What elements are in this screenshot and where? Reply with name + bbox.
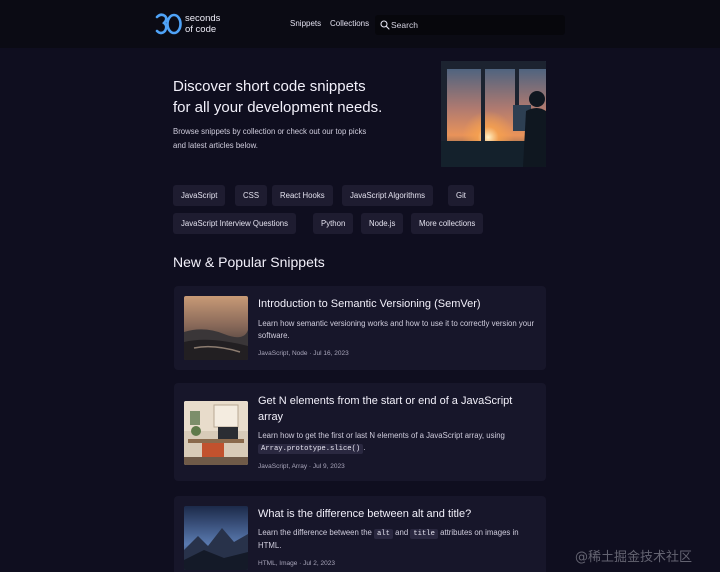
nav-snippets[interactable]: Snippets	[290, 19, 321, 28]
tag-javascript[interactable]: JavaScript	[173, 185, 226, 206]
logo-text: seconds of code	[185, 13, 221, 35]
card-title[interactable]: Introduction to Semantic Versioning (Sem…	[258, 296, 538, 312]
card-thumbnail	[184, 401, 248, 465]
card-meta: HTML, Image · Jul 2, 2023	[258, 560, 335, 567]
snippet-card-semver[interactable]: Introduction to Semantic Versioning (Sem…	[174, 286, 546, 370]
search-box[interactable]	[375, 15, 565, 35]
code-snippet: Array.prototype.slice()	[258, 444, 364, 454]
code-title: title	[410, 529, 438, 539]
card-description-and: and	[395, 528, 409, 537]
tag-javascript-interview-questions[interactable]: JavaScript Interview Questions	[173, 213, 297, 234]
card-title[interactable]: What is the difference between alt and t…	[258, 506, 538, 522]
search-icon	[380, 20, 390, 30]
logo[interactable]: seconds of code	[154, 12, 226, 36]
code-alt: alt	[374, 529, 393, 539]
card-description: Learn the difference between the alt and…	[258, 527, 538, 552]
tag-nodejs[interactable]: Node.js	[361, 213, 404, 234]
card-meta: JavaScript, Node · Jul 16, 2023	[258, 350, 349, 357]
card-description-text: Learn the difference between the	[258, 528, 372, 537]
tag-more-collections[interactable]: More collections	[411, 213, 484, 234]
nav-collections[interactable]: Collections	[330, 19, 369, 28]
snippet-card-n-elements[interactable]: Get N elements from the start or end of …	[174, 383, 546, 481]
snippet-card-alt-title[interactable]: What is the difference between alt and t…	[174, 496, 546, 572]
top-bar: seconds of code Snippets Collections	[0, 0, 720, 48]
tag-git[interactable]: Git	[448, 185, 474, 206]
card-description-end: .	[363, 443, 366, 452]
card-thumbnail	[184, 296, 248, 360]
tag-javascript-algorithms[interactable]: JavaScript Algorithms	[342, 185, 433, 206]
hero-title: Discover short code snippets for all you…	[173, 78, 383, 116]
search-input[interactable]	[391, 17, 561, 33]
tag-css[interactable]: CSS	[235, 185, 268, 206]
card-thumbnail	[184, 506, 248, 570]
watermark: @稀土掘金技术社区	[575, 550, 693, 565]
card-description-text: Learn how to get the first or last N ele…	[258, 431, 505, 440]
card-description: Learn how to get the first or last N ele…	[258, 430, 538, 455]
section-title: New & Popular Snippets	[173, 254, 325, 270]
hero-subtitle: Browse snippets by collection or check o…	[173, 127, 367, 150]
logo-30-icon	[155, 13, 182, 35]
tag-react-hooks[interactable]: React Hooks	[272, 185, 333, 206]
card-description: Learn how semantic versioning works and …	[258, 319, 535, 340]
tag-python[interactable]: Python	[313, 213, 354, 234]
card-meta: JavaScript, Array · Jul 9, 2023	[258, 463, 345, 470]
hero-image	[441, 61, 546, 167]
card-title[interactable]: Get N elements from the start or end of …	[258, 393, 538, 425]
